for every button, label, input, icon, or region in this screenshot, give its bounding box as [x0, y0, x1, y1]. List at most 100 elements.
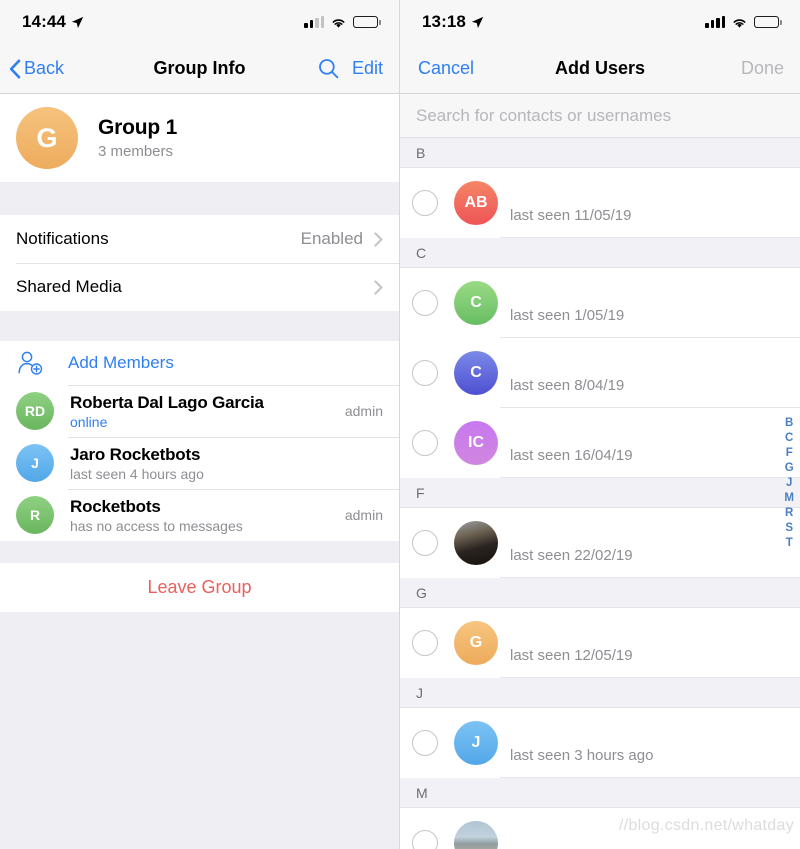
alpha-index-item[interactable]: C	[785, 432, 793, 445]
member-row[interactable]: R Rocketbots has no access to messages a…	[0, 489, 399, 541]
member-row[interactable]: RD Roberta Dal Lago Garcia online admin	[0, 385, 399, 437]
status-bar-left-cluster: 14:44	[22, 12, 84, 32]
chevron-left-icon	[9, 59, 21, 78]
contact-row[interactable]: G last seen 12/05/19	[400, 608, 800, 678]
contact-info: last seen 1/05/19	[510, 307, 624, 338]
member-name: Rocketbots	[70, 496, 161, 516]
status-time: 14:44	[22, 12, 66, 31]
member-role-badge: admin	[344, 507, 383, 523]
section-header-b: B	[400, 138, 800, 168]
avatar: C	[454, 281, 498, 325]
group-name: Group 1	[98, 116, 178, 139]
wifi-icon	[332, 18, 345, 28]
contact-subtitle: last seen 11/05/19	[510, 207, 632, 224]
add-members-label: Add Members	[68, 353, 174, 372]
row-notifications-label: Notifications	[16, 229, 109, 248]
avatar-photo	[454, 521, 498, 565]
add-user-icon	[18, 351, 43, 375]
contact-row[interactable]: AB last seen 11/05/19	[400, 168, 800, 238]
contact-info: last seen 12/05/19	[510, 647, 633, 678]
section-gap	[0, 541, 399, 563]
contact-row[interactable]: C last seen 1/05/19	[400, 268, 800, 338]
row-shared-media-label: Shared Media	[16, 277, 122, 296]
chevron-right-icon	[374, 279, 383, 295]
wifi-icon	[733, 18, 746, 28]
done-button[interactable]: Done	[741, 58, 784, 79]
member-info: Jaro Rocketbots last seen 4 hours ago	[70, 445, 204, 482]
contact-subtitle: last seen 12/05/19	[510, 647, 633, 664]
alpha-index-item[interactable]: B	[785, 417, 793, 430]
contact-info: last seen 3 hours ago	[510, 747, 653, 778]
search-bar[interactable]	[400, 94, 800, 138]
cellular-signal-icon	[304, 16, 325, 28]
group-meta: Group 1 3 members	[98, 116, 177, 160]
add-users-screen: 13:18 Cancel Add Users Done Search for c…	[400, 0, 800, 849]
location-arrow-icon	[471, 16, 484, 28]
location-arrow-icon	[71, 16, 84, 28]
status-bar-right: 13:18	[400, 0, 800, 44]
status-bar-right-cluster	[304, 15, 381, 29]
nav-right-actions: Edit	[318, 58, 399, 79]
nav-right-actions: Done	[741, 58, 800, 79]
contact-checkbox[interactable]	[412, 530, 438, 556]
back-button[interactable]: Back	[0, 58, 64, 79]
avatar: R	[16, 496, 54, 534]
row-shared-media[interactable]: Shared Media	[0, 263, 399, 311]
section-header-f: F	[400, 478, 800, 508]
alpha-index-item[interactable]: G	[785, 462, 794, 475]
member-status: online	[70, 413, 108, 430]
contact-info: last seen 22/02/19	[510, 547, 633, 578]
contact-subtitle: last seen 16/04/19	[510, 447, 633, 464]
contact-row[interactable]: last seen 22/02/19	[400, 508, 800, 578]
avatar: J	[454, 721, 498, 765]
contact-subtitle: last seen 22/02/19	[510, 547, 633, 564]
row-notifications[interactable]: Notifications Enabled	[0, 215, 399, 263]
member-info: Rocketbots has no access to messages	[70, 497, 243, 534]
avatar: G	[454, 621, 498, 665]
settings-list: Notifications Enabled Shared Media	[0, 215, 399, 311]
contact-subtitle: last seen 3 hours ago	[510, 747, 654, 764]
alpha-index-item[interactable]: J	[786, 477, 792, 490]
leave-group-button[interactable]: Leave Group	[0, 563, 399, 612]
contact-checkbox[interactable]	[412, 730, 438, 756]
contact-row[interactable]: last seen 28/05/19	[400, 808, 800, 849]
navigation-bar-right: Cancel Add Users Done	[400, 44, 800, 94]
search-icon[interactable]	[318, 58, 339, 79]
avatar: RD	[16, 392, 54, 430]
back-label: Back	[24, 58, 65, 78]
section-gap	[0, 311, 399, 341]
member-row[interactable]: J Jaro Rocketbots last seen 4 hours ago	[0, 437, 399, 489]
alpha-index-item[interactable]: F	[786, 447, 793, 460]
alpha-index-item[interactable]: S	[785, 522, 793, 535]
dual-phone-screenshot: 14:44 Back Group Info Edit G Group 1 3 m…	[0, 0, 800, 849]
navigation-bar-left: Back Group Info Edit	[0, 44, 399, 94]
contact-info: last seen 8/04/19	[510, 377, 624, 408]
status-bar-right-cluster	[705, 15, 782, 29]
cancel-button-wrap: Cancel	[400, 58, 474, 79]
contact-row[interactable]: IC last seen 16/04/19	[400, 408, 800, 478]
alpha-index-item[interactable]: T	[786, 537, 793, 550]
member-name: Roberta Dal Lago Garcia	[70, 392, 264, 412]
contact-checkbox[interactable]	[412, 290, 438, 316]
alpha-index-item[interactable]: M	[784, 492, 794, 505]
edit-button[interactable]: Edit	[352, 58, 383, 79]
contact-checkbox[interactable]	[412, 430, 438, 456]
contact-row[interactable]: J last seen 3 hours ago	[400, 708, 800, 778]
contact-checkbox[interactable]	[412, 630, 438, 656]
contact-checkbox[interactable]	[412, 190, 438, 216]
alpha-index-item[interactable]: R	[785, 507, 793, 520]
section-gap	[0, 182, 399, 215]
add-members-button[interactable]: Add Members	[0, 341, 399, 385]
contact-row[interactable]: C last seen 8/04/19	[400, 338, 800, 408]
contact-checkbox[interactable]	[412, 830, 438, 849]
contact-info: last seen 16/04/19	[510, 447, 633, 478]
search-input[interactable]	[416, 105, 784, 126]
avatar: J	[16, 444, 54, 482]
alphabet-index[interactable]: B C F G J M R S T	[784, 417, 794, 550]
contact-subtitle: last seen 8/04/19	[510, 377, 625, 394]
cancel-button[interactable]: Cancel	[418, 58, 474, 79]
contact-checkbox[interactable]	[412, 360, 438, 386]
group-header: G Group 1 3 members	[0, 94, 399, 182]
cellular-signal-icon	[705, 16, 726, 28]
avatar: C	[454, 351, 498, 395]
